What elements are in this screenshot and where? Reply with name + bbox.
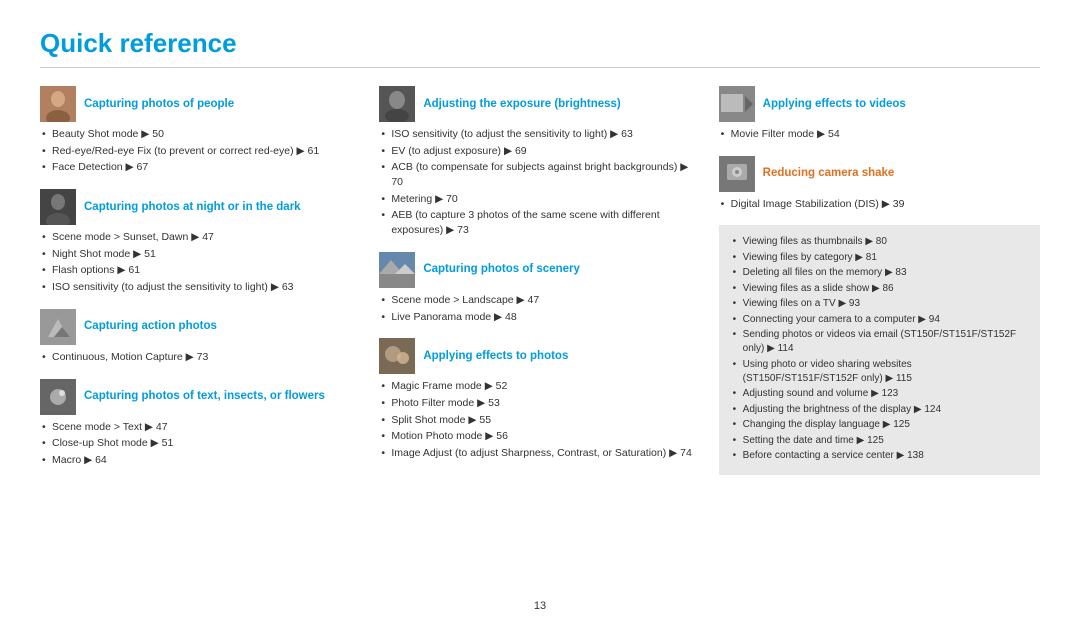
list-item: Scene mode > Landscape ▶ 47 bbox=[381, 293, 700, 308]
section-title-scenery: Capturing photos of scenery bbox=[423, 262, 580, 277]
list-item: Using photo or video sharing websites (S… bbox=[733, 358, 1028, 386]
right-info-box: Viewing files as thumbnails ▶ 80 Viewing… bbox=[719, 225, 1040, 475]
section-title-videos: Applying effects to videos bbox=[763, 97, 906, 112]
section-header-scenery: Capturing photos of scenery bbox=[379, 252, 700, 288]
list-item: Adjusting the brightness of the display … bbox=[733, 403, 1028, 417]
list-item: Motion Photo mode ▶ 56 bbox=[381, 429, 700, 444]
section-header-text: Capturing photos of text, insects, or fl… bbox=[40, 379, 361, 415]
list-item: Connecting your camera to a computer ▶ 9… bbox=[733, 313, 1028, 327]
section-title-people: Capturing photos of people bbox=[84, 97, 234, 112]
column-2: Adjusting the exposure (brightness) ISO … bbox=[379, 86, 718, 482]
section-header-effects: Applying effects to photos bbox=[379, 338, 700, 374]
night-list: Scene mode > Sunset, Dawn ▶ 47 Night Sho… bbox=[42, 230, 361, 295]
section-capturing-text: Capturing photos of text, insects, or fl… bbox=[40, 379, 361, 468]
list-item: ACB (to compensate for subjects against … bbox=[381, 160, 700, 189]
title-divider bbox=[40, 67, 1040, 68]
list-item: Macro ▶ 64 bbox=[42, 453, 361, 468]
section-capturing-people: Capturing photos of people Beauty Shot m… bbox=[40, 86, 361, 175]
page-number: 13 bbox=[534, 600, 546, 612]
list-item: Viewing files on a TV ▶ 93 bbox=[733, 297, 1028, 311]
list-item: ISO sensitivity (to adjust the sensitivi… bbox=[42, 280, 361, 295]
section-header-videos: Applying effects to videos bbox=[719, 86, 1040, 122]
capturing-night-icon bbox=[40, 189, 76, 225]
right-box-list: Viewing files as thumbnails ▶ 80 Viewing… bbox=[733, 235, 1028, 463]
section-header-night: Capturing photos at night or in the dark bbox=[40, 189, 361, 225]
section-header-people: Capturing photos of people bbox=[40, 86, 361, 122]
scenery-icon bbox=[379, 252, 415, 288]
list-item: Changing the display language ▶ 125 bbox=[733, 418, 1028, 432]
section-effects-videos: Applying effects to videos Movie Filter … bbox=[719, 86, 1040, 142]
exposure-list: ISO sensitivity (to adjust the sensitivi… bbox=[381, 127, 700, 238]
list-item: Movie Filter mode ▶ 54 bbox=[721, 127, 1040, 142]
list-item: ISO sensitivity (to adjust the sensitivi… bbox=[381, 127, 700, 142]
list-item: Magic Frame mode ▶ 52 bbox=[381, 379, 700, 394]
shake-list: Digital Image Stabilization (DIS) ▶ 39 bbox=[721, 197, 1040, 212]
section-title-night: Capturing photos at night or in the dark bbox=[84, 200, 301, 215]
list-item: EV (to adjust exposure) ▶ 69 bbox=[381, 144, 700, 159]
content-columns: Capturing photos of people Beauty Shot m… bbox=[40, 86, 1040, 482]
capturing-text-icon bbox=[40, 379, 76, 415]
people-list: Beauty Shot mode ▶ 50 Red-eye/Red-eye Fi… bbox=[42, 127, 361, 175]
list-item: Deleting all files on the memory ▶ 83 bbox=[733, 266, 1028, 280]
list-item: Metering ▶ 70 bbox=[381, 192, 700, 207]
list-item: Night Shot mode ▶ 51 bbox=[42, 247, 361, 262]
capturing-action-icon bbox=[40, 309, 76, 345]
section-header-exposure: Adjusting the exposure (brightness) bbox=[379, 86, 700, 122]
section-title-effects: Applying effects to photos bbox=[423, 349, 568, 364]
list-item: Live Panorama mode ▶ 48 bbox=[381, 310, 700, 325]
list-item: Split Shot mode ▶ 55 bbox=[381, 413, 700, 428]
section-capturing-night: Capturing photos at night or in the dark… bbox=[40, 189, 361, 295]
exposure-icon bbox=[379, 86, 415, 122]
effects-video-icon bbox=[719, 86, 755, 122]
list-item: Beauty Shot mode ▶ 50 bbox=[42, 127, 361, 142]
section-title-exposure: Adjusting the exposure (brightness) bbox=[423, 97, 620, 112]
list-item: Image Adjust (to adjust Sharpness, Contr… bbox=[381, 446, 700, 461]
list-item: Red-eye/Red-eye Fix (to prevent or corre… bbox=[42, 144, 361, 159]
action-list: Continuous, Motion Capture ▶ 73 bbox=[42, 350, 361, 365]
capturing-people-icon bbox=[40, 86, 76, 122]
column-1: Capturing photos of people Beauty Shot m… bbox=[40, 86, 379, 482]
section-shake: Reducing camera shake Digital Image Stab… bbox=[719, 156, 1040, 212]
list-item: Adjusting sound and volume ▶ 123 bbox=[733, 387, 1028, 401]
section-header-shake: Reducing camera shake bbox=[719, 156, 1040, 192]
list-item: Viewing files as thumbnails ▶ 80 bbox=[733, 235, 1028, 249]
section-title-action: Capturing action photos bbox=[84, 319, 217, 334]
section-title-text: Capturing photos of text, insects, or fl… bbox=[84, 389, 325, 404]
text-list: Scene mode > Text ▶ 47 Close-up Shot mod… bbox=[42, 420, 361, 468]
list-item: Setting the date and time ▶ 125 bbox=[733, 434, 1028, 448]
list-item: Face Detection ▶ 67 bbox=[42, 160, 361, 175]
column-3: Applying effects to videos Movie Filter … bbox=[719, 86, 1040, 482]
effects-list: Magic Frame mode ▶ 52 Photo Filter mode … bbox=[381, 379, 700, 460]
effects-photos-icon bbox=[379, 338, 415, 374]
list-item: Continuous, Motion Capture ▶ 73 bbox=[42, 350, 361, 365]
list-item: Digital Image Stabilization (DIS) ▶ 39 bbox=[721, 197, 1040, 212]
page-title: Quick reference bbox=[40, 28, 1040, 59]
section-scenery: Capturing photos of scenery Scene mode >… bbox=[379, 252, 700, 324]
list-item: AEB (to capture 3 photos of the same sce… bbox=[381, 208, 700, 237]
section-exposure: Adjusting the exposure (brightness) ISO … bbox=[379, 86, 700, 238]
list-item: Before contacting a service center ▶ 138 bbox=[733, 449, 1028, 463]
section-effects-photos: Applying effects to photos Magic Frame m… bbox=[379, 338, 700, 460]
page: Quick reference Capturing photos of peop… bbox=[0, 0, 1080, 630]
scenery-list: Scene mode > Landscape ▶ 47 Live Panoram… bbox=[381, 293, 700, 324]
videos-list: Movie Filter mode ▶ 54 bbox=[721, 127, 1040, 142]
reducing-shake-icon bbox=[719, 156, 755, 192]
list-item: Scene mode > Sunset, Dawn ▶ 47 bbox=[42, 230, 361, 245]
list-item: Flash options ▶ 61 bbox=[42, 263, 361, 278]
list-item: Sending photos or videos via email (ST15… bbox=[733, 328, 1028, 356]
list-item: Scene mode > Text ▶ 47 bbox=[42, 420, 361, 435]
section-header-action: Capturing action photos bbox=[40, 309, 361, 345]
section-capturing-action: Capturing action photos Continuous, Moti… bbox=[40, 309, 361, 365]
list-item: Viewing files by category ▶ 81 bbox=[733, 251, 1028, 265]
list-item: Close-up Shot mode ▶ 51 bbox=[42, 436, 361, 451]
section-title-shake: Reducing camera shake bbox=[763, 166, 895, 181]
list-item: Photo Filter mode ▶ 53 bbox=[381, 396, 700, 411]
list-item: Viewing files as a slide show ▶ 86 bbox=[733, 282, 1028, 296]
